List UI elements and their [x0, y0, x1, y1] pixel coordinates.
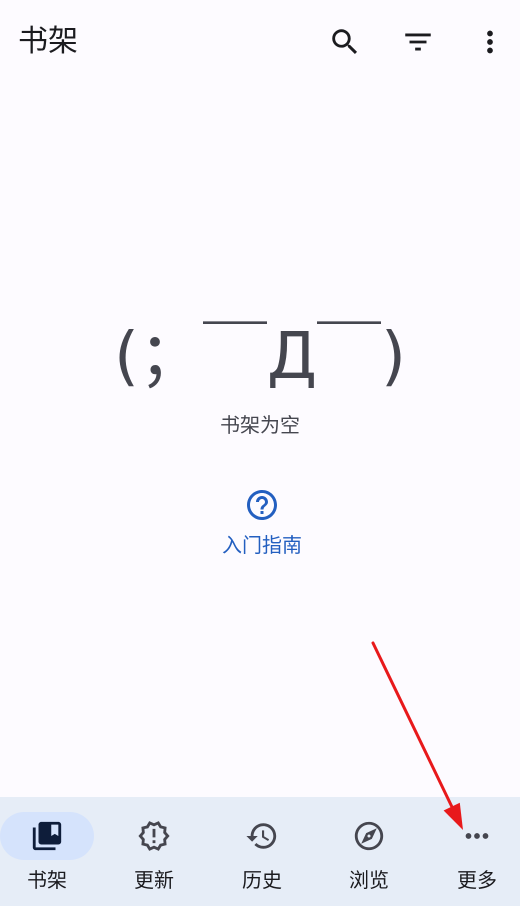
getting-started-button[interactable]: 入门指南 [210, 484, 314, 559]
overflow-menu-button[interactable] [470, 22, 510, 62]
nav-item-label: 历史 [242, 868, 282, 892]
nav-item-label: 浏览 [349, 868, 389, 892]
search-button[interactable] [325, 22, 365, 62]
filter-button[interactable] [398, 22, 438, 62]
search-icon [328, 25, 362, 59]
history-icon [245, 819, 279, 853]
updates-icon [137, 819, 171, 853]
explore-icon [352, 819, 386, 853]
library-screen: 书架 (；￣Д￣) 书架为空 入门指南 书架 更新 历史 浏览 更多 [0, 0, 520, 906]
nav-item-label: 更新 [134, 868, 174, 892]
more-vert-icon [473, 25, 507, 59]
library-icon [30, 819, 64, 853]
bottom-navigation: 书架 更新 历史 浏览 更多 [0, 797, 520, 906]
empty-message: 书架为空 [220, 413, 300, 437]
empty-face-emoticon: (；￣Д￣) [114, 320, 406, 394]
getting-started-label: 入门指南 [222, 533, 302, 557]
nav-item-library[interactable]: 书架 [0, 797, 94, 906]
nav-item-browse[interactable]: 浏览 [326, 797, 412, 906]
help-circle-icon [244, 487, 280, 523]
nav-item-history[interactable]: 历史 [219, 797, 305, 906]
nav-item-label: 更多 [457, 868, 497, 892]
annotation-arrow-shaft [371, 641, 454, 809]
nav-item-updates[interactable]: 更新 [111, 797, 197, 906]
annotation-arrow [371, 641, 463, 830]
page-title: 书架 [18, 24, 78, 59]
filter-icon [401, 25, 435, 59]
nav-item-more[interactable]: 更多 [434, 797, 520, 906]
nav-item-label: 书架 [27, 868, 67, 892]
more-horiz-icon [460, 819, 494, 853]
